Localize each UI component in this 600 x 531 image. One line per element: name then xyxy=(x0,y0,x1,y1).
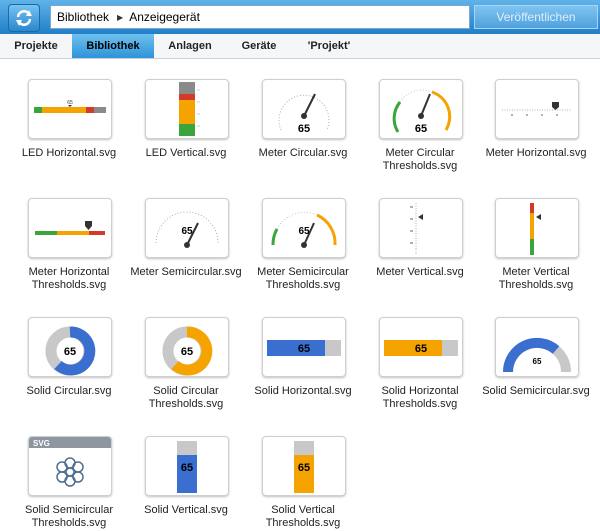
preview-led-vertical xyxy=(145,79,229,139)
preview-solid-vertical-thresholds: 65 xyxy=(262,436,346,496)
gauge-value: 65 xyxy=(298,226,310,237)
preview-solid-horizontal: 65 xyxy=(262,317,346,377)
item-label: Solid Vertical Thresholds.svg xyxy=(265,504,341,529)
gauge-value: 65 xyxy=(181,346,193,358)
breadcrumb-root[interactable]: Bibliothek xyxy=(57,10,109,24)
item-label: Meter Circular.svg xyxy=(258,147,348,159)
preview-solid-circular-thresholds: 65 xyxy=(145,317,229,377)
gauge-value: 65 xyxy=(415,123,427,135)
item-label: Solid Semicircular Thresholds.svg xyxy=(24,504,114,529)
item-label: Meter Horizontal.svg xyxy=(485,147,587,159)
gauge-value: 65 xyxy=(181,226,193,237)
item-label: Solid Horizontal Thresholds.svg xyxy=(381,385,459,410)
gauge-value: 65 xyxy=(533,357,542,366)
gauge-value: 65 xyxy=(64,346,76,358)
gauge-value: 65 xyxy=(415,343,427,355)
gauge-value: 65 xyxy=(298,343,310,355)
preview-meter-horizontal xyxy=(495,79,579,139)
item-label: Solid Vertical.svg xyxy=(144,504,228,516)
preview-solid-horizontal-thresholds: 65 xyxy=(379,317,463,377)
tab-bar: Projekte Bibliothek Anlagen Geräte 'Proj… xyxy=(0,34,600,59)
breadcrumb-current[interactable]: Anzeigegerät xyxy=(129,10,200,24)
preview-meter-semicircular-thresholds: 65 xyxy=(262,198,346,258)
preview-meter-vertical-thresholds xyxy=(495,198,579,258)
item-label: Meter Vertical.svg xyxy=(376,266,464,278)
item-label: Meter Semicircular Thresholds.svg xyxy=(257,266,349,291)
breadcrumb-separator-icon: ▶ xyxy=(117,12,124,22)
item-label: LED Horizontal.svg xyxy=(21,147,117,159)
preview-led-horizontal: 65 xyxy=(28,79,112,139)
item-label: Meter Semicircular.svg xyxy=(130,266,242,278)
preview-solid-vertical: 65 xyxy=(145,436,229,496)
publish-button[interactable]: Veröffentlichen xyxy=(474,5,598,29)
refresh-icon xyxy=(16,10,32,26)
preview-meter-circular: 65 xyxy=(262,79,346,139)
tab-projekte[interactable]: Projekte xyxy=(4,34,68,58)
preview-solid-semicircular: 65 xyxy=(495,317,579,377)
gauge-value: 65 xyxy=(298,123,310,135)
preview-meter-vertical xyxy=(379,198,463,258)
item-label: Solid Semicircular.svg xyxy=(482,385,590,397)
tab-geraete[interactable]: Geräte xyxy=(230,34,288,58)
svg-badge: SVG xyxy=(33,439,50,448)
preview-meter-horizontal-thresholds xyxy=(28,198,112,258)
item-label: Solid Horizontal.svg xyxy=(254,385,352,397)
tab-bibliothek[interactable]: Bibliothek xyxy=(72,34,154,58)
item-label: Meter Vertical Thresholds.svg xyxy=(498,266,574,291)
preview-solid-circular: 65 xyxy=(28,317,112,377)
tab-anlagen[interactable]: Anlagen xyxy=(158,34,222,58)
gauge-value: 65 xyxy=(181,462,193,474)
breadcrumb[interactable]: Bibliothek ▶ Anzeigegerät xyxy=(50,5,470,29)
item-label: Meter Horizontal Thresholds.svg xyxy=(28,266,110,291)
top-bar: Bibliothek ▶ Anzeigegerät Veröffentliche… xyxy=(0,0,600,34)
item-label: LED Vertical.svg xyxy=(145,147,227,159)
preview-solid-semicircular-thresholds: SVG xyxy=(28,436,112,496)
refresh-button[interactable] xyxy=(8,4,40,32)
item-label: Solid Circular Thresholds.svg xyxy=(148,385,224,410)
tab-projekt[interactable]: 'Projekt' xyxy=(294,34,364,58)
item-label: Solid Circular.svg xyxy=(26,385,112,397)
gauge-value: 65 xyxy=(298,462,310,474)
preview-meter-circular-thresholds: 65 xyxy=(379,79,463,139)
item-label: Meter Circular Thresholds.svg xyxy=(382,147,458,172)
preview-meter-semicircular: 65 xyxy=(145,198,229,258)
generic-svg-icon xyxy=(56,457,84,487)
